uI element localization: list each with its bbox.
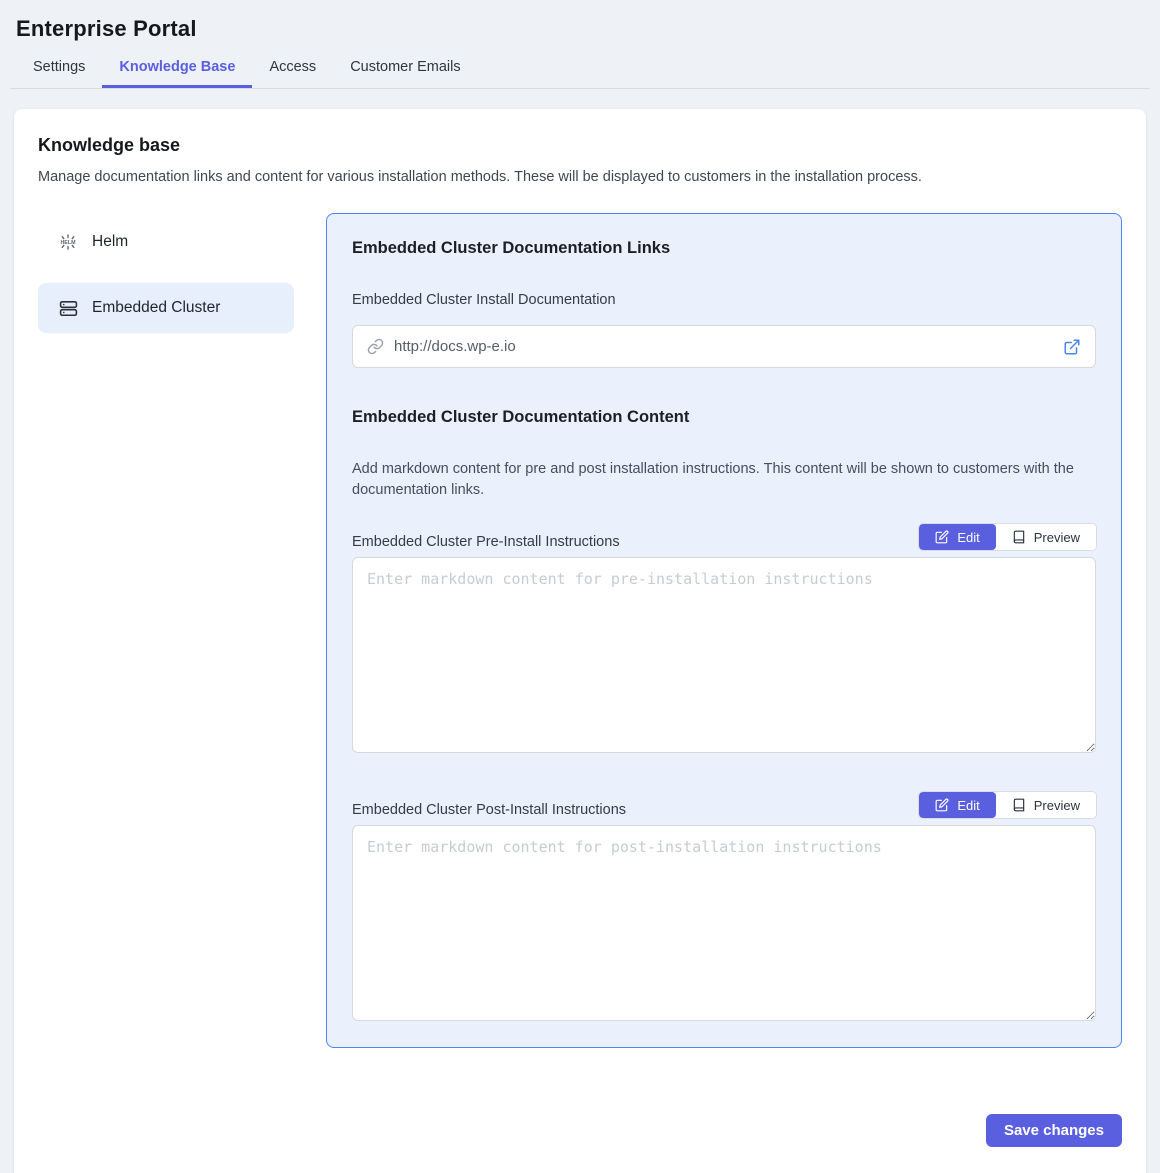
book-icon [1012, 798, 1026, 812]
pre-install-preview-button[interactable]: Preview [996, 524, 1096, 550]
tab-knowledge-base[interactable]: Knowledge Base [102, 45, 252, 88]
pre-install-textarea[interactable] [352, 557, 1096, 753]
install-doc-input[interactable] [394, 338, 1053, 355]
install-doc-label: Embedded Cluster Install Documentation [352, 292, 1096, 308]
tab-access[interactable]: Access [252, 45, 333, 88]
page-header: Enterprise Portal [0, 0, 1160, 42]
post-install-textarea[interactable] [352, 825, 1096, 1021]
card-heading: Knowledge base [38, 135, 1122, 156]
pre-install-label: Embedded Cluster Pre-Install Instruction… [352, 534, 620, 550]
card-description: Manage documentation links and content f… [38, 169, 1122, 185]
tab-customer-emails[interactable]: Customer Emails [333, 45, 477, 88]
link-icon [367, 338, 384, 355]
post-install-edit-button[interactable]: Edit [919, 792, 995, 818]
install-method-sidebar: HELM Helm Embedded Cluster [38, 213, 294, 349]
install-doc-field [352, 325, 1096, 368]
pre-install-edit-button[interactable]: Edit [919, 524, 995, 550]
server-icon [58, 298, 78, 318]
helm-logo-icon: HELM [58, 232, 78, 252]
edit-pencil-icon [935, 798, 949, 812]
tab-settings[interactable]: Settings [16, 45, 102, 88]
post-install-label: Embedded Cluster Post-Install Instructio… [352, 802, 626, 818]
content-section-description: Add markdown content for pre and post in… [352, 459, 1096, 500]
tab-bar: Settings Knowledge Base Access Customer … [10, 45, 1150, 89]
knowledge-base-card: Knowledge base Manage documentation link… [14, 109, 1146, 1173]
page-title: Enterprise Portal [16, 16, 1144, 42]
sidebar-item-label: Helm [92, 233, 128, 251]
post-install-preview-button[interactable]: Preview [996, 792, 1096, 818]
book-icon [1012, 530, 1026, 544]
content-section-heading: Embedded Cluster Documentation Content [352, 408, 1096, 427]
links-section-heading: Embedded Cluster Documentation Links [352, 239, 1096, 258]
embedded-cluster-panel: Embedded Cluster Documentation Links Emb… [326, 213, 1122, 1048]
svg-text:HELM: HELM [60, 240, 76, 246]
save-changes-button[interactable]: Save changes [986, 1114, 1122, 1147]
sidebar-item-embedded-cluster[interactable]: Embedded Cluster [38, 283, 294, 333]
sidebar-item-helm[interactable]: HELM Helm [38, 217, 294, 267]
sidebar-item-label: Embedded Cluster [92, 299, 220, 317]
edit-pencil-icon [935, 530, 949, 544]
pre-install-mode-toggle: Edit Preview [919, 524, 1096, 550]
external-link-icon[interactable] [1063, 338, 1081, 356]
post-install-mode-toggle: Edit Preview [919, 792, 1096, 818]
